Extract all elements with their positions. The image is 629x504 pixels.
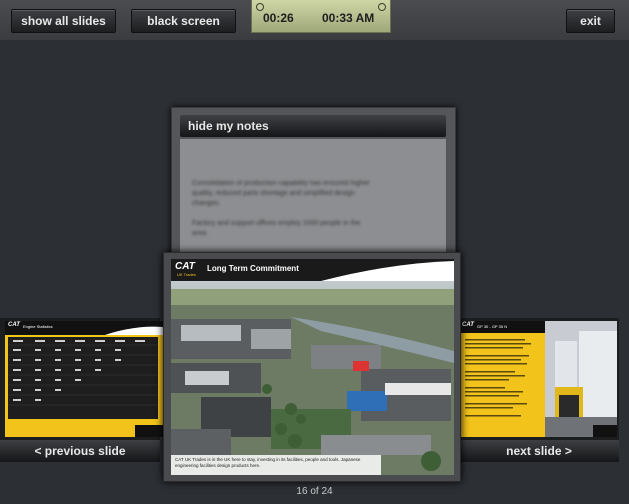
next-slide-button[interactable]: next slide > xyxy=(459,440,619,462)
elapsed-time: 00:26 xyxy=(263,11,294,25)
notes-area[interactable]: Consolidation of production capability h… xyxy=(180,139,446,252)
cat-logo: CAT xyxy=(8,322,20,328)
exit-button[interactable]: exit xyxy=(566,9,615,33)
cat-logo: CAT xyxy=(462,322,474,328)
slide-counter: 16 of 24 xyxy=(296,486,333,497)
toolbar: show all slides black screen 00:26 00:33… xyxy=(0,0,629,41)
current-slide-image xyxy=(171,259,454,475)
clock-dot-icon xyxy=(378,3,386,11)
previous-slide-thumbnail[interactable]: CAT Engine Statistics xyxy=(5,321,163,437)
previous-slide-button[interactable]: < previous slide xyxy=(0,440,160,462)
show-all-slides-button[interactable]: show all slides xyxy=(11,9,116,33)
cat-logo-subtitle: UK Trades xyxy=(177,272,196,277)
next-slide-image xyxy=(459,321,617,437)
cat-logo: CAT xyxy=(175,261,195,272)
clock-display: 00:26 00:33 AM xyxy=(251,0,391,33)
previous-slide-title: Engine Statistics xyxy=(23,324,53,329)
next-slide-thumbnail[interactable]: CAT GP 30 - GP 35 N xyxy=(459,321,617,437)
black-screen-button[interactable]: black screen xyxy=(131,9,236,33)
slide-caption: CAT UK Trades is in the UK here to stay,… xyxy=(175,457,361,468)
previous-slide-image xyxy=(5,321,163,437)
current-slide-panel: CAT UK Trades Long Term Commitment CAT U… xyxy=(163,252,461,482)
current-time: 00:33 AM xyxy=(322,11,375,25)
hide-notes-button[interactable]: hide my notes xyxy=(180,115,446,137)
notes-panel: hide my notes Consolidation of productio… xyxy=(171,107,456,259)
slide-title: Long Term Commitment xyxy=(207,264,299,273)
next-slide-panel[interactable]: CAT GP 30 - GP 35 N next slide > xyxy=(459,318,619,462)
notes-text: Consolidation of production capability h… xyxy=(192,180,370,237)
previous-slide-panel[interactable]: CAT Engine Statistics < previous slide xyxy=(0,318,163,462)
current-slide[interactable]: CAT UK Trades Long Term Commitment CAT U… xyxy=(171,259,454,475)
clock-dot-icon xyxy=(256,3,264,11)
next-slide-title: GP 30 - GP 35 N xyxy=(477,324,508,329)
